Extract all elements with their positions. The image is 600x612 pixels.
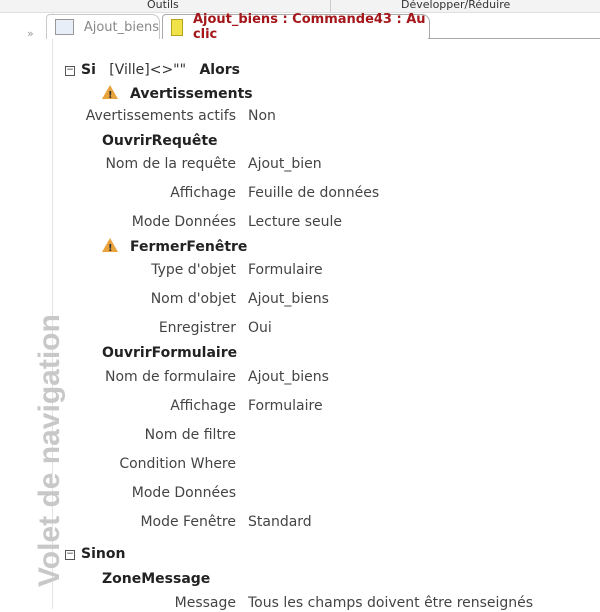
arg-value[interactable]: Lecture seule [248, 213, 342, 231]
arg-label: Nom de la requête [105, 156, 236, 172]
arg-label: Affichage [170, 185, 236, 201]
action-name: FermerFenêtre [130, 239, 248, 255]
arg-label: Message [174, 595, 236, 611]
arg-label: Nom de filtre [144, 427, 236, 443]
arg-label: Mode Fenêtre [140, 514, 236, 530]
tab-label: Ajout_biens [83, 19, 159, 35]
arg-label: Mode Données [131, 485, 236, 501]
arg-label: Affichage [170, 398, 236, 414]
macro-icon [171, 18, 183, 36]
arg-value[interactable]: Ajout_biens [248, 290, 329, 308]
action-msgbox[interactable]: ZoneMessage [102, 570, 210, 588]
arg-value[interactable]: Formulaire [248, 397, 323, 415]
arg-value[interactable]: Feuille de données [248, 184, 379, 202]
arg-value[interactable]: Formulaire [248, 261, 323, 279]
arg-label: Nom d'objet [150, 291, 236, 307]
arg-label: Avertissements actifs [85, 108, 236, 124]
collapse-icon[interactable]: − [65, 550, 75, 560]
arg-label: Condition Where [119, 456, 236, 472]
collapse-icon[interactable]: − [65, 66, 75, 76]
action-openquery[interactable]: OuvrirRequête [102, 132, 218, 150]
arg-value[interactable]: Tous les champs doivent être renseignés [248, 594, 533, 612]
else-keyword: Sinon [81, 546, 126, 562]
arg-value[interactable]: Ajout_biens [248, 368, 329, 386]
if-condition[interactable]: [Ville]<>"" [109, 62, 186, 78]
tab-baseline [428, 38, 600, 39]
form-icon [55, 19, 74, 35]
warning-icon: ! [102, 238, 118, 254]
tab-ajout-biens-form[interactable]: Ajout_biens [46, 14, 160, 39]
arg-label: Type d'objet [151, 262, 236, 278]
ribbon-group-tools: Outils [147, 0, 179, 11]
action-closewindow[interactable]: ! FermerFenêtre [102, 238, 247, 256]
ribbon-divider [330, 0, 331, 12]
arg-label: Enregistrer [158, 320, 236, 336]
if-block-header[interactable]: − Si [Ville]<>"" Alors [65, 61, 240, 79]
arg-value[interactable]: Standard [248, 513, 312, 531]
navigation-pane[interactable]: » Volet de navigation [0, 13, 66, 609]
if-keyword: Si [81, 62, 96, 78]
action-warnings[interactable]: ! Avertissements [102, 85, 253, 103]
expand-nav-chevron-icon[interactable]: » [27, 27, 34, 40]
action-name: Avertissements [130, 86, 253, 102]
tab-macro-commande43[interactable]: Ajout_biens : Commande43 : Au clic [162, 12, 430, 42]
arg-label: Nom de formulaire [104, 369, 236, 385]
arg-value[interactable]: Oui [248, 319, 272, 337]
navigation-pane-title[interactable]: Volet de navigation [33, 314, 67, 587]
arg-value[interactable]: Ajout_bien [248, 155, 322, 173]
tab-label: Ajout_biens : Commande43 : Au clic [192, 12, 426, 42]
arg-label: Mode Données [131, 214, 236, 230]
action-openform[interactable]: OuvrirFormulaire [102, 344, 237, 362]
arg-value[interactable]: Non [248, 107, 276, 125]
warning-icon: ! [102, 85, 118, 101]
else-block-header[interactable]: − Sinon [65, 545, 125, 563]
ribbon-group-expand: Développer/Réduire [401, 0, 511, 11]
then-keyword: Alors [199, 62, 240, 78]
